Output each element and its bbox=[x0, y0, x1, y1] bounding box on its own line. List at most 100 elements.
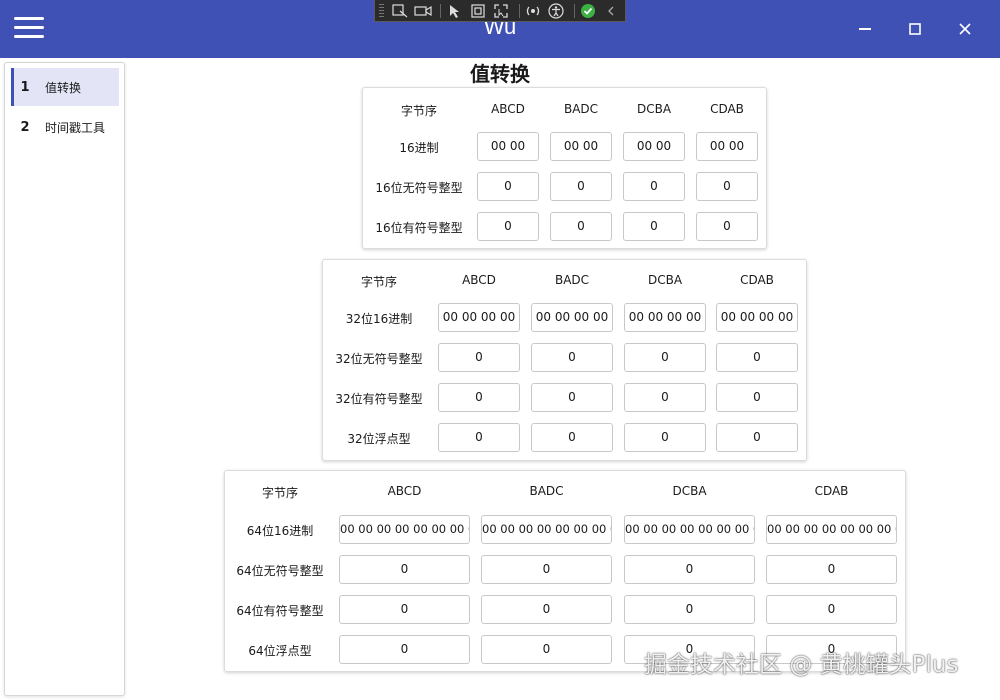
column-header-cdab: CDAB bbox=[814, 484, 849, 498]
row-label-uint32: 32位无符号整型 bbox=[335, 352, 423, 366]
row-label-hex32: 32位16进制 bbox=[345, 312, 413, 326]
sidebar-item-label: 时间戳工具 bbox=[45, 120, 106, 135]
byte-order-header: 字节序 bbox=[261, 486, 298, 500]
hex32-dcba-field[interactable]: 00 00 00 00 bbox=[624, 303, 706, 332]
track-focus-icon bbox=[494, 3, 508, 18]
column-header-badc: BADC bbox=[563, 102, 599, 116]
page-title: 值转换 bbox=[470, 62, 530, 86]
int64-abcd-field[interactable]: 0 bbox=[339, 595, 470, 624]
hot-reload-button[interactable] bbox=[524, 2, 543, 20]
hex32-cdab-field[interactable]: 00 00 00 00 bbox=[716, 303, 798, 332]
visual-tree-icon bbox=[392, 3, 408, 17]
hex32-badc-field[interactable]: 00 00 00 00 bbox=[531, 303, 613, 332]
pointer-icon bbox=[449, 4, 459, 18]
float32-cdab-field[interactable]: 0 bbox=[716, 423, 798, 452]
float64-dcba-field[interactable]: 0 bbox=[624, 635, 755, 664]
hex16-cdab-field[interactable]: 00 00 bbox=[696, 132, 758, 161]
maximize-button[interactable] bbox=[900, 14, 930, 44]
hex64-dcba-field[interactable]: 00 00 00 00 00 00 00 00 bbox=[624, 515, 755, 544]
card-32bit: 字节序 ABCD BADC DCBA CDAB 32位16进制 00 00 00… bbox=[322, 259, 807, 461]
debug-toolbar bbox=[374, 0, 626, 22]
column-header-cdab: CDAB bbox=[710, 102, 744, 116]
layout-adorner-icon bbox=[471, 3, 485, 18]
hex64-badc-field[interactable]: 00 00 00 00 00 00 00 00 bbox=[481, 515, 612, 544]
int16-abcd-field[interactable]: 0 bbox=[477, 212, 539, 241]
sidebar-item-timestamp-tool[interactable]: 2 时间戳工具 bbox=[11, 108, 119, 146]
uint16-dcba-field[interactable]: 0 bbox=[623, 172, 685, 201]
minimize-button[interactable] bbox=[850, 14, 880, 44]
hex64-abcd-field[interactable]: 00 00 00 00 00 00 00 00 bbox=[339, 515, 470, 544]
row-label-hex16: 16进制 bbox=[399, 141, 439, 155]
float64-badc-field[interactable]: 0 bbox=[481, 635, 612, 664]
row-label-uint16: 16位无符号整型 bbox=[375, 181, 463, 195]
sidebar-item-index: 2 bbox=[20, 119, 30, 135]
row-label-float32: 32位浮点型 bbox=[347, 432, 411, 446]
int32-abcd-field[interactable]: 0 bbox=[438, 383, 520, 412]
collapse-toolbar-button[interactable] bbox=[602, 2, 621, 20]
sidebar-item-label: 值转换 bbox=[45, 80, 82, 95]
uint16-badc-field[interactable]: 0 bbox=[550, 172, 612, 201]
row-label-float64: 64位浮点型 bbox=[248, 644, 312, 658]
int32-dcba-field[interactable]: 0 bbox=[624, 383, 706, 412]
int64-badc-field[interactable]: 0 bbox=[481, 595, 612, 624]
hex32-abcd-field[interactable]: 00 00 00 00 bbox=[438, 303, 520, 332]
uint32-abcd-field[interactable]: 0 bbox=[438, 343, 520, 372]
card-64bit: 字节序 ABCD BADC DCBA CDAB 64位16进制 00 00 00… bbox=[224, 470, 906, 672]
uint64-dcba-field[interactable]: 0 bbox=[624, 555, 755, 584]
column-header-dcba: DCBA bbox=[672, 484, 707, 498]
column-header-abcd: ABCD bbox=[462, 273, 496, 287]
track-focus-button[interactable] bbox=[492, 2, 511, 20]
chevron-left-icon bbox=[608, 6, 614, 15]
uint64-abcd-field[interactable]: 0 bbox=[339, 555, 470, 584]
byte-order-header: 字节序 bbox=[360, 275, 397, 289]
uint64-cdab-field[interactable]: 0 bbox=[766, 555, 897, 584]
column-header-abcd: ABCD bbox=[387, 484, 422, 498]
int64-cdab-field[interactable]: 0 bbox=[766, 595, 897, 624]
accessibility-button[interactable] bbox=[547, 2, 566, 20]
float64-abcd-field[interactable]: 0 bbox=[339, 635, 470, 664]
float32-abcd-field[interactable]: 0 bbox=[438, 423, 520, 452]
int32-badc-field[interactable]: 0 bbox=[531, 383, 613, 412]
column-header-badc: BADC bbox=[529, 484, 564, 498]
hot-reload-icon bbox=[527, 6, 540, 15]
minimize-icon bbox=[859, 28, 871, 30]
int32-cdab-field[interactable]: 0 bbox=[716, 383, 798, 412]
row-label-uint64: 64位无符号整型 bbox=[236, 564, 324, 578]
hex16-dcba-field[interactable]: 00 00 bbox=[623, 132, 685, 161]
row-label-hex64: 64位16进制 bbox=[246, 524, 314, 538]
accessibility-icon bbox=[548, 2, 564, 19]
column-header-abcd: ABCD bbox=[491, 102, 525, 116]
uint16-cdab-field[interactable]: 0 bbox=[696, 172, 758, 201]
row-label-int32: 32位有符号整型 bbox=[335, 392, 423, 406]
int16-badc-field[interactable]: 0 bbox=[550, 212, 612, 241]
column-header-badc: BADC bbox=[554, 273, 590, 287]
hex16-abcd-field[interactable]: 00 00 bbox=[477, 132, 539, 161]
live-visual-tree-button[interactable] bbox=[390, 2, 409, 20]
column-header-dcba: DCBA bbox=[636, 102, 672, 116]
float32-dcba-field[interactable]: 0 bbox=[624, 423, 706, 452]
uint32-badc-field[interactable]: 0 bbox=[531, 343, 613, 372]
hex64-cdab-field[interactable]: 00 00 00 00 00 00 00 00 bbox=[766, 515, 897, 544]
hex16-badc-field[interactable]: 00 00 bbox=[550, 132, 612, 161]
int16-cdab-field[interactable]: 0 bbox=[696, 212, 758, 241]
uint32-dcba-field[interactable]: 0 bbox=[624, 343, 706, 372]
sidebar: 1 值转换 2 时间戳工具 bbox=[4, 62, 125, 696]
hamburger-menu-icon[interactable] bbox=[14, 17, 44, 41]
float32-badc-field[interactable]: 0 bbox=[531, 423, 613, 452]
close-button[interactable] bbox=[950, 14, 980, 44]
sidebar-item-index: 1 bbox=[20, 79, 30, 95]
float64-cdab-field[interactable]: 0 bbox=[766, 635, 897, 664]
status-ok-button[interactable] bbox=[579, 2, 598, 20]
toolbar-grip-icon[interactable] bbox=[379, 3, 385, 18]
uint16-abcd-field[interactable]: 0 bbox=[477, 172, 539, 201]
card-16bit: 字节序 ABCD BADC DCBA CDAB 16进制 00 00 00 00… bbox=[362, 87, 767, 249]
int64-dcba-field[interactable]: 0 bbox=[624, 595, 755, 624]
display-layout-button[interactable] bbox=[468, 2, 487, 20]
uint64-badc-field[interactable]: 0 bbox=[481, 555, 612, 584]
uint32-cdab-field[interactable]: 0 bbox=[716, 343, 798, 372]
int16-dcba-field[interactable]: 0 bbox=[623, 212, 685, 241]
select-element-button[interactable] bbox=[445, 2, 464, 20]
column-header-dcba: DCBA bbox=[647, 273, 683, 287]
sidebar-item-value-conversion[interactable]: 1 值转换 bbox=[11, 68, 119, 106]
record-button[interactable] bbox=[413, 2, 432, 20]
